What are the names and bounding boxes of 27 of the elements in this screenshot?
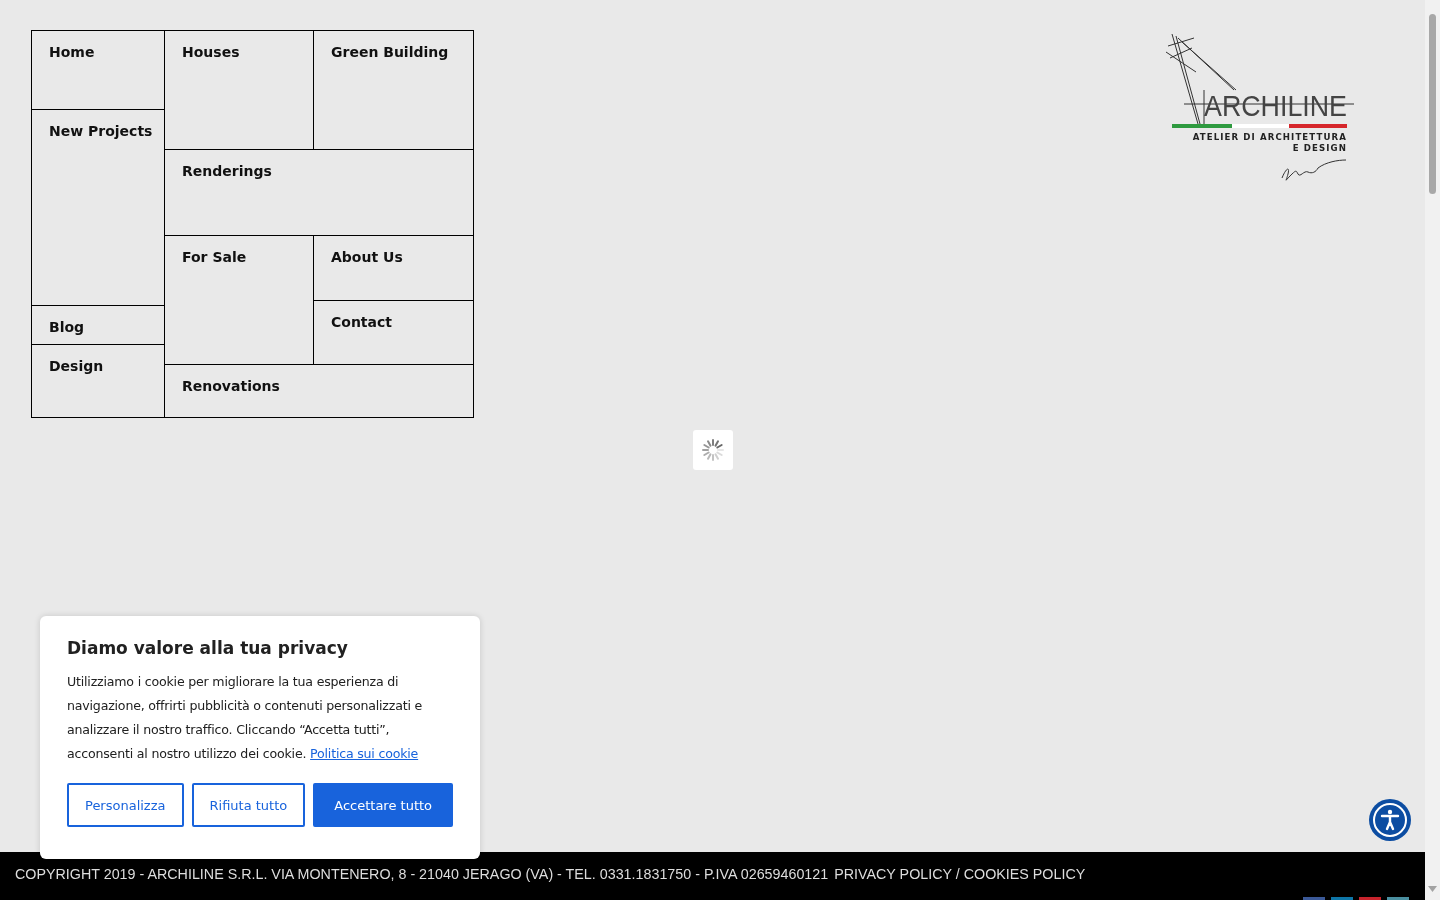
social-icon[interactable]: [1359, 897, 1381, 900]
cookie-policy-link[interactable]: Politica sui cookie: [310, 746, 419, 761]
cookie-title: Diamo valore alla tua privacy: [67, 638, 349, 658]
policy-link[interactable]: PRIVACY POLICY / COOKIES POLICY: [834, 866, 1086, 882]
scrollbar-thumb[interactable]: [1429, 14, 1436, 194]
menu-link[interactable]: Contact: [331, 314, 392, 330]
social-icon[interactable]: [1303, 897, 1325, 900]
cookie-text: Utilizziamo i cookie per migliorare la tua esperienza di navigazione, offrirti pubblicità o contenuti personalizzati e analizzare il nostro traffico. Cliccando “Accetta tutti”, acconsenti al nostro utilizzo dei cookie. Politica sui cookie: [67, 673, 424, 763]
menu-link[interactable]: Design: [49, 358, 104, 374]
scroll-down-icon[interactable]: [1428, 886, 1437, 892]
loading-spinner-icon: [693, 430, 733, 470]
social-icon[interactable]: [1387, 897, 1409, 900]
menu-link[interactable]: Renovations: [182, 378, 280, 394]
social-icon[interactable]: [1331, 897, 1353, 900]
menu-link[interactable]: New Projects: [49, 123, 153, 139]
menu-link[interactable]: Home: [49, 44, 95, 60]
cookie-button[interactable]: Rifiuta tutto: [191, 783, 306, 827]
menu-link[interactable]: For Sale: [182, 249, 247, 265]
accessibility-icon[interactable]: [1369, 799, 1411, 841]
menu-link[interactable]: About Us: [331, 249, 403, 265]
accept-button[interactable]: Accettare tutto: [313, 783, 453, 827]
menu-link[interactable]: Green Building: [331, 44, 449, 60]
cookie-button[interactable]: Personalizza: [67, 783, 184, 827]
copyright-text: COPYRIGHT 2019 - ARCHILINE S.R.L. VIA MONTENERO, 8 - 21040 JERAGO (VA) - TEL. 0331.1831750 - P.IVA 02659460121: [15, 866, 829, 882]
menu-link[interactable]: Renderings: [182, 163, 272, 179]
menu-link[interactable]: Houses: [182, 44, 240, 60]
menu-link[interactable]: Blog: [49, 319, 85, 335]
